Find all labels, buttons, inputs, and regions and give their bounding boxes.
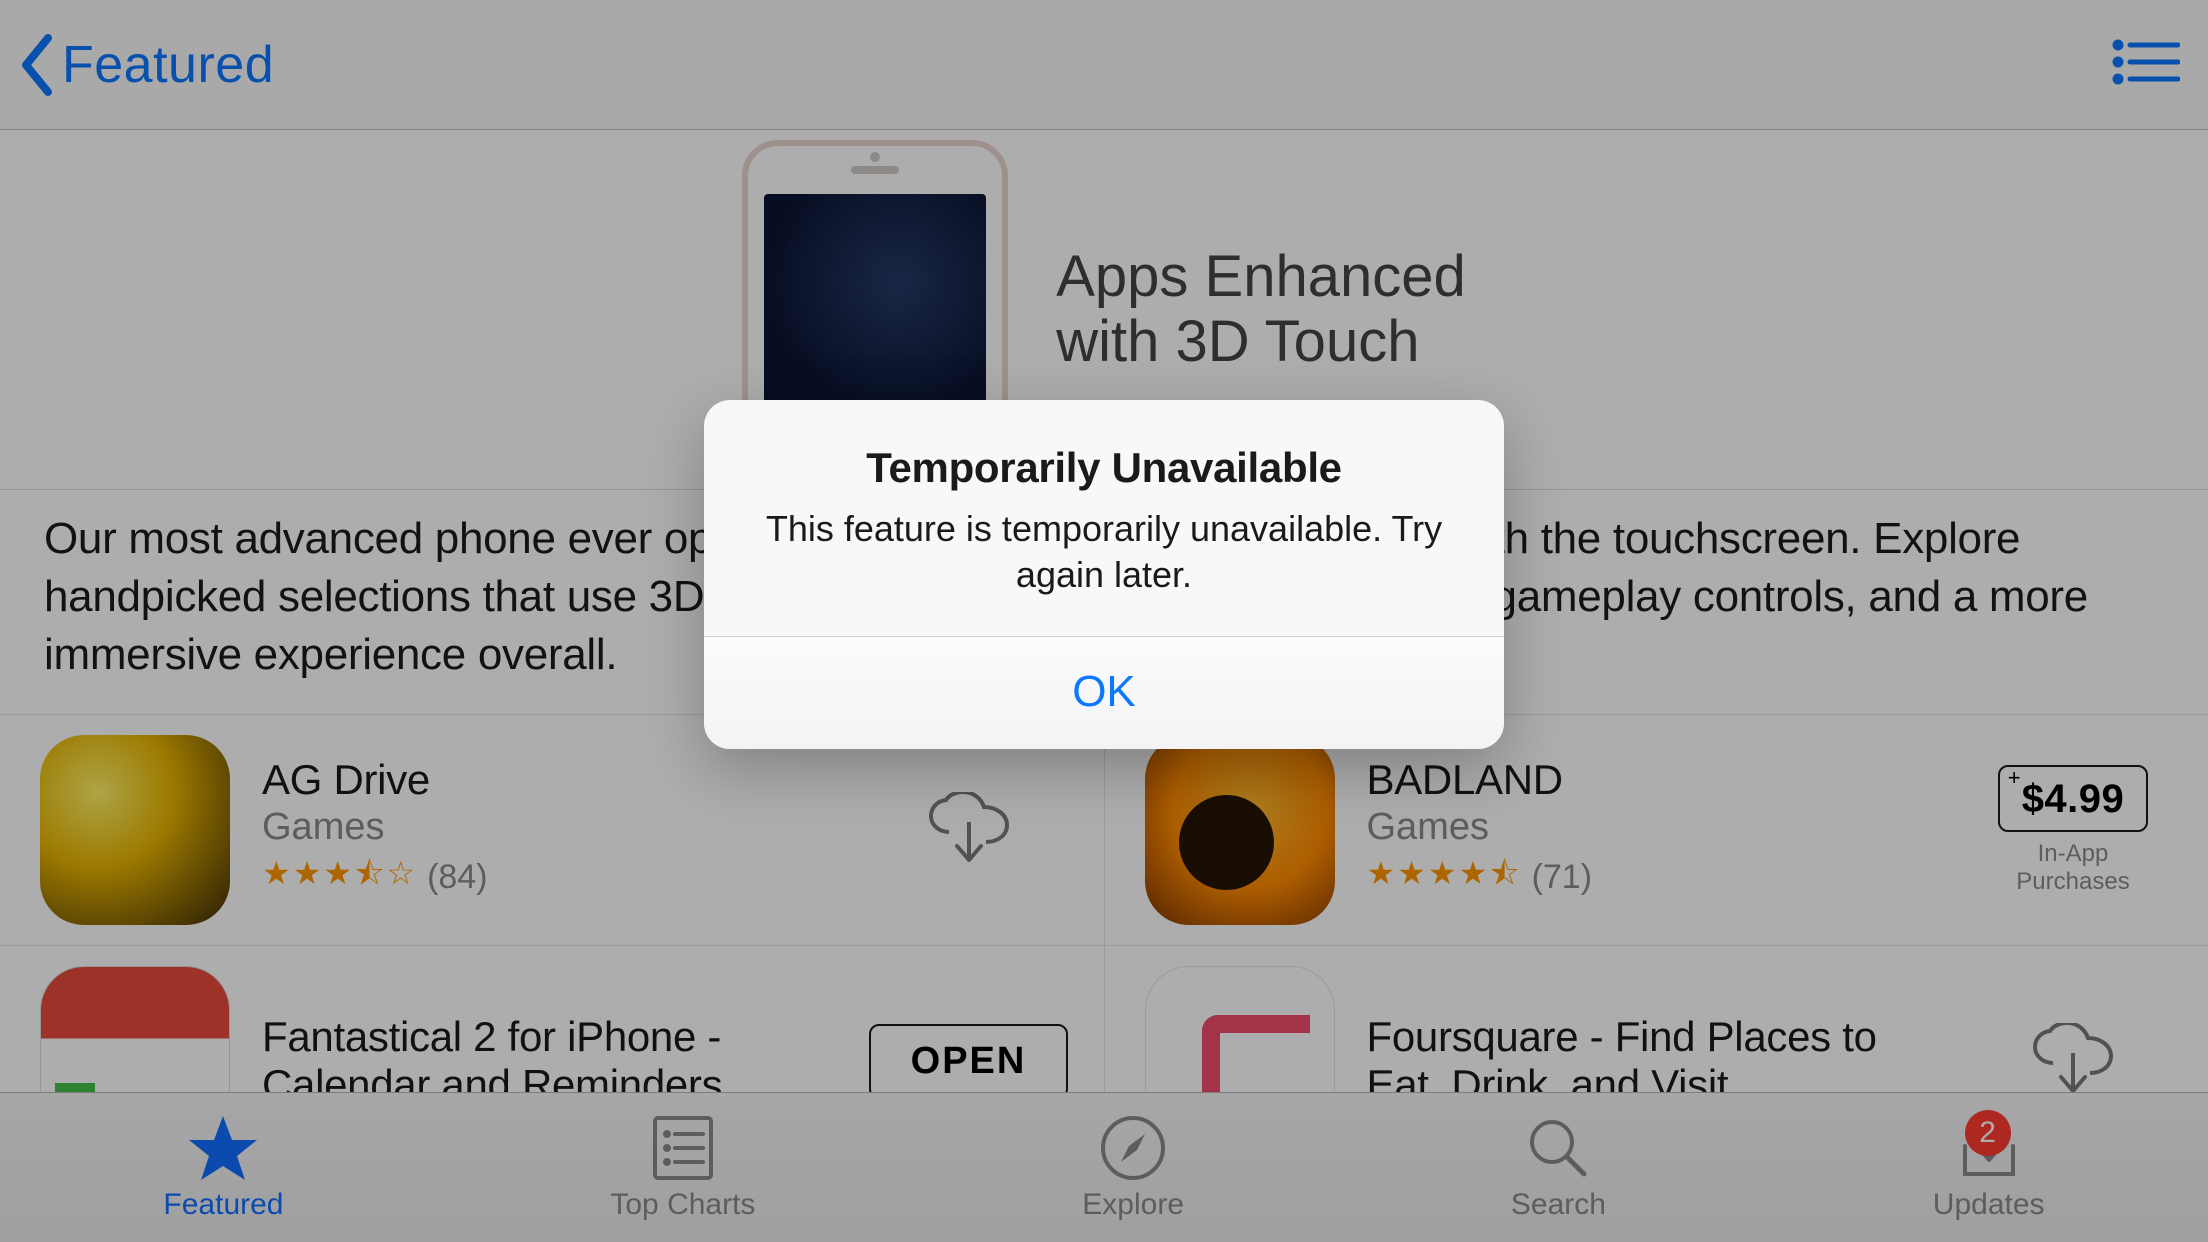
alert-ok-button[interactable]: OK [704,636,1504,749]
alert-title: Temporarily Unavailable [752,444,1456,492]
alert-dialog: Temporarily Unavailable This feature is … [704,400,1504,749]
alert-message: This feature is temporarily unavailable.… [752,506,1456,598]
